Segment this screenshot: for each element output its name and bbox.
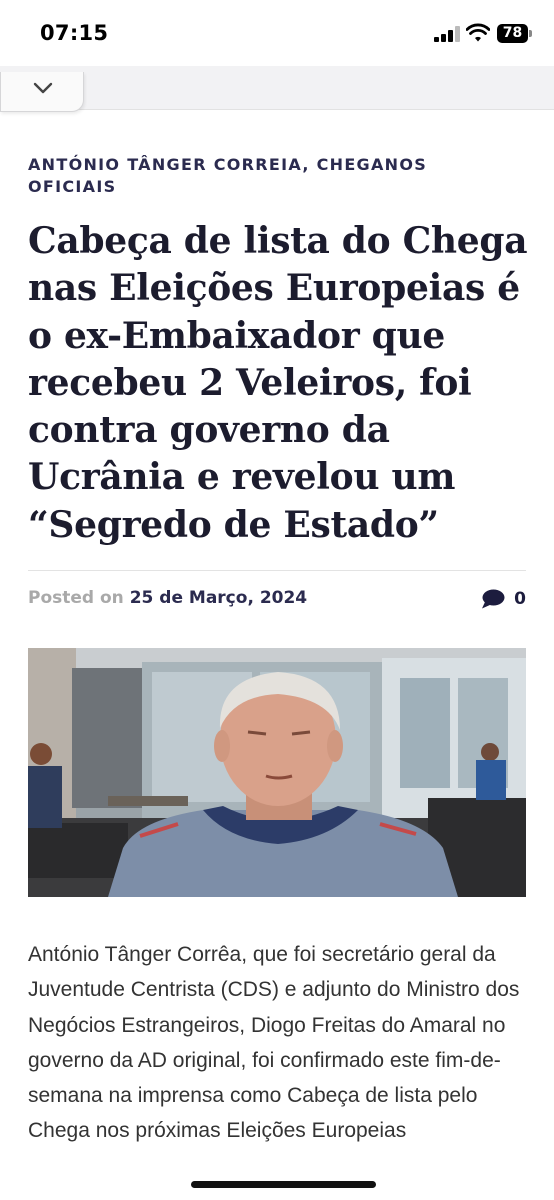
browser-toolbar (0, 66, 554, 112)
post-meta: Posted on 25 de Março, 2024 (28, 588, 307, 608)
article-category[interactable]: ANTÓNIO TÂNGER CORREIA, CHEGANOS OFICIAI… (28, 154, 468, 198)
article-body: António Tânger Corrêa, que foi secretári… (28, 943, 520, 1143)
signal-icon (434, 26, 460, 42)
chevron-down-icon (33, 82, 53, 94)
collapse-toolbar-button[interactable] (0, 72, 84, 112)
comments-link[interactable]: 0 (481, 587, 526, 611)
comment-icon (482, 589, 505, 609)
post-date[interactable]: 25 de Março, 2024 (130, 588, 307, 608)
posted-label: Posted on (28, 588, 124, 608)
battery-level: 78 (497, 24, 528, 43)
home-indicator[interactable] (191, 1181, 376, 1188)
battery-icon: 78 (497, 24, 533, 43)
status-time: 07:15 (40, 21, 109, 45)
article-photo-illustration (28, 648, 526, 897)
wifi-icon (466, 23, 490, 42)
status-bar: 07:15 78 (0, 0, 554, 66)
article-photo (28, 648, 526, 897)
article-headline: Cabeça de lista do Chega nas Eleições Eu… (28, 220, 528, 546)
divider (28, 570, 526, 571)
comment-count: 0 (514, 589, 526, 609)
